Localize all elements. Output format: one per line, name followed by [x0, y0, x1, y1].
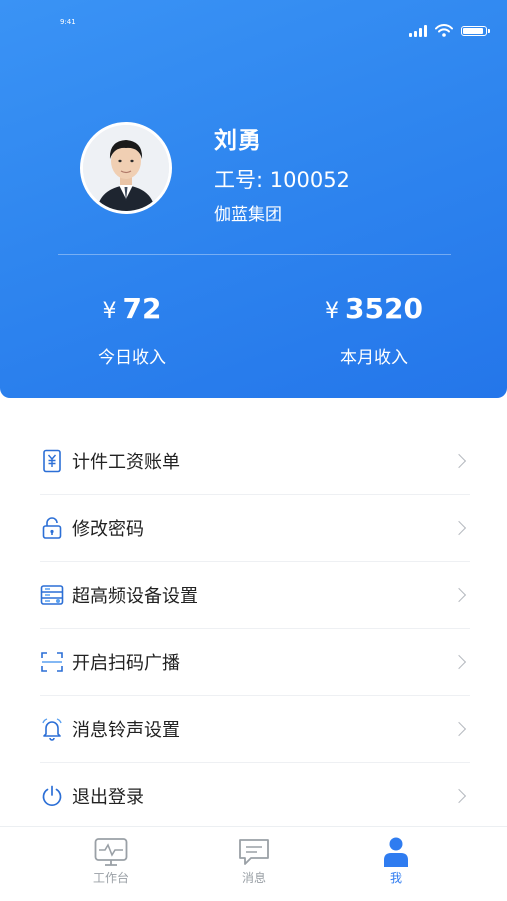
- wage-bill-icon: [40, 449, 64, 473]
- tab-label: 消息: [241, 871, 266, 885]
- menu-item-label: 超高频设备设置: [72, 586, 198, 607]
- menu-item-label: 消息铃声设置: [72, 720, 180, 741]
- menu-item-label: 退出登录: [72, 787, 144, 808]
- today-income-amount: 72: [122, 292, 162, 325]
- avatar-portrait-icon: [83, 125, 169, 211]
- settings-menu: 计件工资账单 修改密码 超高频设备设置 开启扫码广播 消息铃声设置 退出登录: [40, 428, 470, 829]
- month-income-label: 本月收入: [340, 348, 408, 368]
- chevron-right-icon: [451, 654, 467, 670]
- chevron-right-icon: [451, 587, 467, 603]
- avatar[interactable]: [80, 122, 172, 214]
- menu-item-label: 修改密码: [72, 519, 144, 540]
- profile-header: 9:41 刘勇 工号: 100052 伽蓝集团 ¥ 72 今日收入 ¥ 3520…: [0, 0, 507, 398]
- currency-symbol: ¥: [102, 299, 117, 324]
- menu-item-change-password[interactable]: 修改密码: [40, 495, 470, 562]
- status-bar: 9:41: [0, 0, 507, 50]
- month-income-amount: 3520: [345, 292, 423, 325]
- menu-item-logout[interactable]: 退出登录: [40, 763, 470, 829]
- wifi-icon: [435, 24, 453, 37]
- tab-workbench[interactable]: 工作台: [51, 827, 171, 886]
- user-name: 刘勇: [214, 128, 262, 154]
- menu-item-device-settings[interactable]: 超高频设备设置: [40, 562, 470, 629]
- employee-id: 工号: 100052: [214, 168, 350, 192]
- message-icon: [239, 839, 269, 865]
- battery-icon: [461, 25, 490, 36]
- menu-item-scan-broadcast[interactable]: 开启扫码广播: [40, 629, 470, 696]
- chevron-right-icon: [451, 788, 467, 804]
- device-settings-icon: [40, 583, 64, 607]
- chevron-right-icon: [451, 520, 467, 536]
- signal-icon: [409, 24, 427, 37]
- bottom-tab-bar: 工作台 消息 我: [0, 826, 507, 901]
- menu-item-notification-sound[interactable]: 消息铃声设置: [40, 696, 470, 763]
- scan-icon: [40, 650, 64, 674]
- lock-icon: [40, 516, 64, 540]
- menu-item-label: 开启扫码广播: [72, 653, 180, 674]
- month-income: ¥ 3520 本月收入: [274, 292, 474, 368]
- tab-label: 工作台: [92, 871, 129, 885]
- user-icon: [384, 837, 408, 867]
- workbench-icon: [94, 838, 128, 866]
- tab-label: 我: [389, 871, 402, 885]
- power-icon: [40, 784, 64, 808]
- header-divider: [58, 254, 451, 255]
- currency-symbol: ¥: [325, 299, 340, 324]
- status-icons: [409, 24, 490, 37]
- today-income: ¥ 72 今日收入: [32, 292, 232, 368]
- tab-messages[interactable]: 消息: [194, 827, 314, 886]
- chevron-right-icon: [451, 721, 467, 737]
- company-name: 伽蓝集团: [214, 205, 282, 225]
- chevron-right-icon: [451, 453, 467, 469]
- status-time: 9:41: [60, 18, 76, 26]
- today-income-label: 今日收入: [98, 348, 166, 368]
- bell-icon: [40, 717, 64, 741]
- tab-me[interactable]: 我: [336, 827, 456, 886]
- menu-item-wage-bill[interactable]: 计件工资账单: [40, 428, 470, 495]
- menu-item-label: 计件工资账单: [72, 452, 180, 473]
